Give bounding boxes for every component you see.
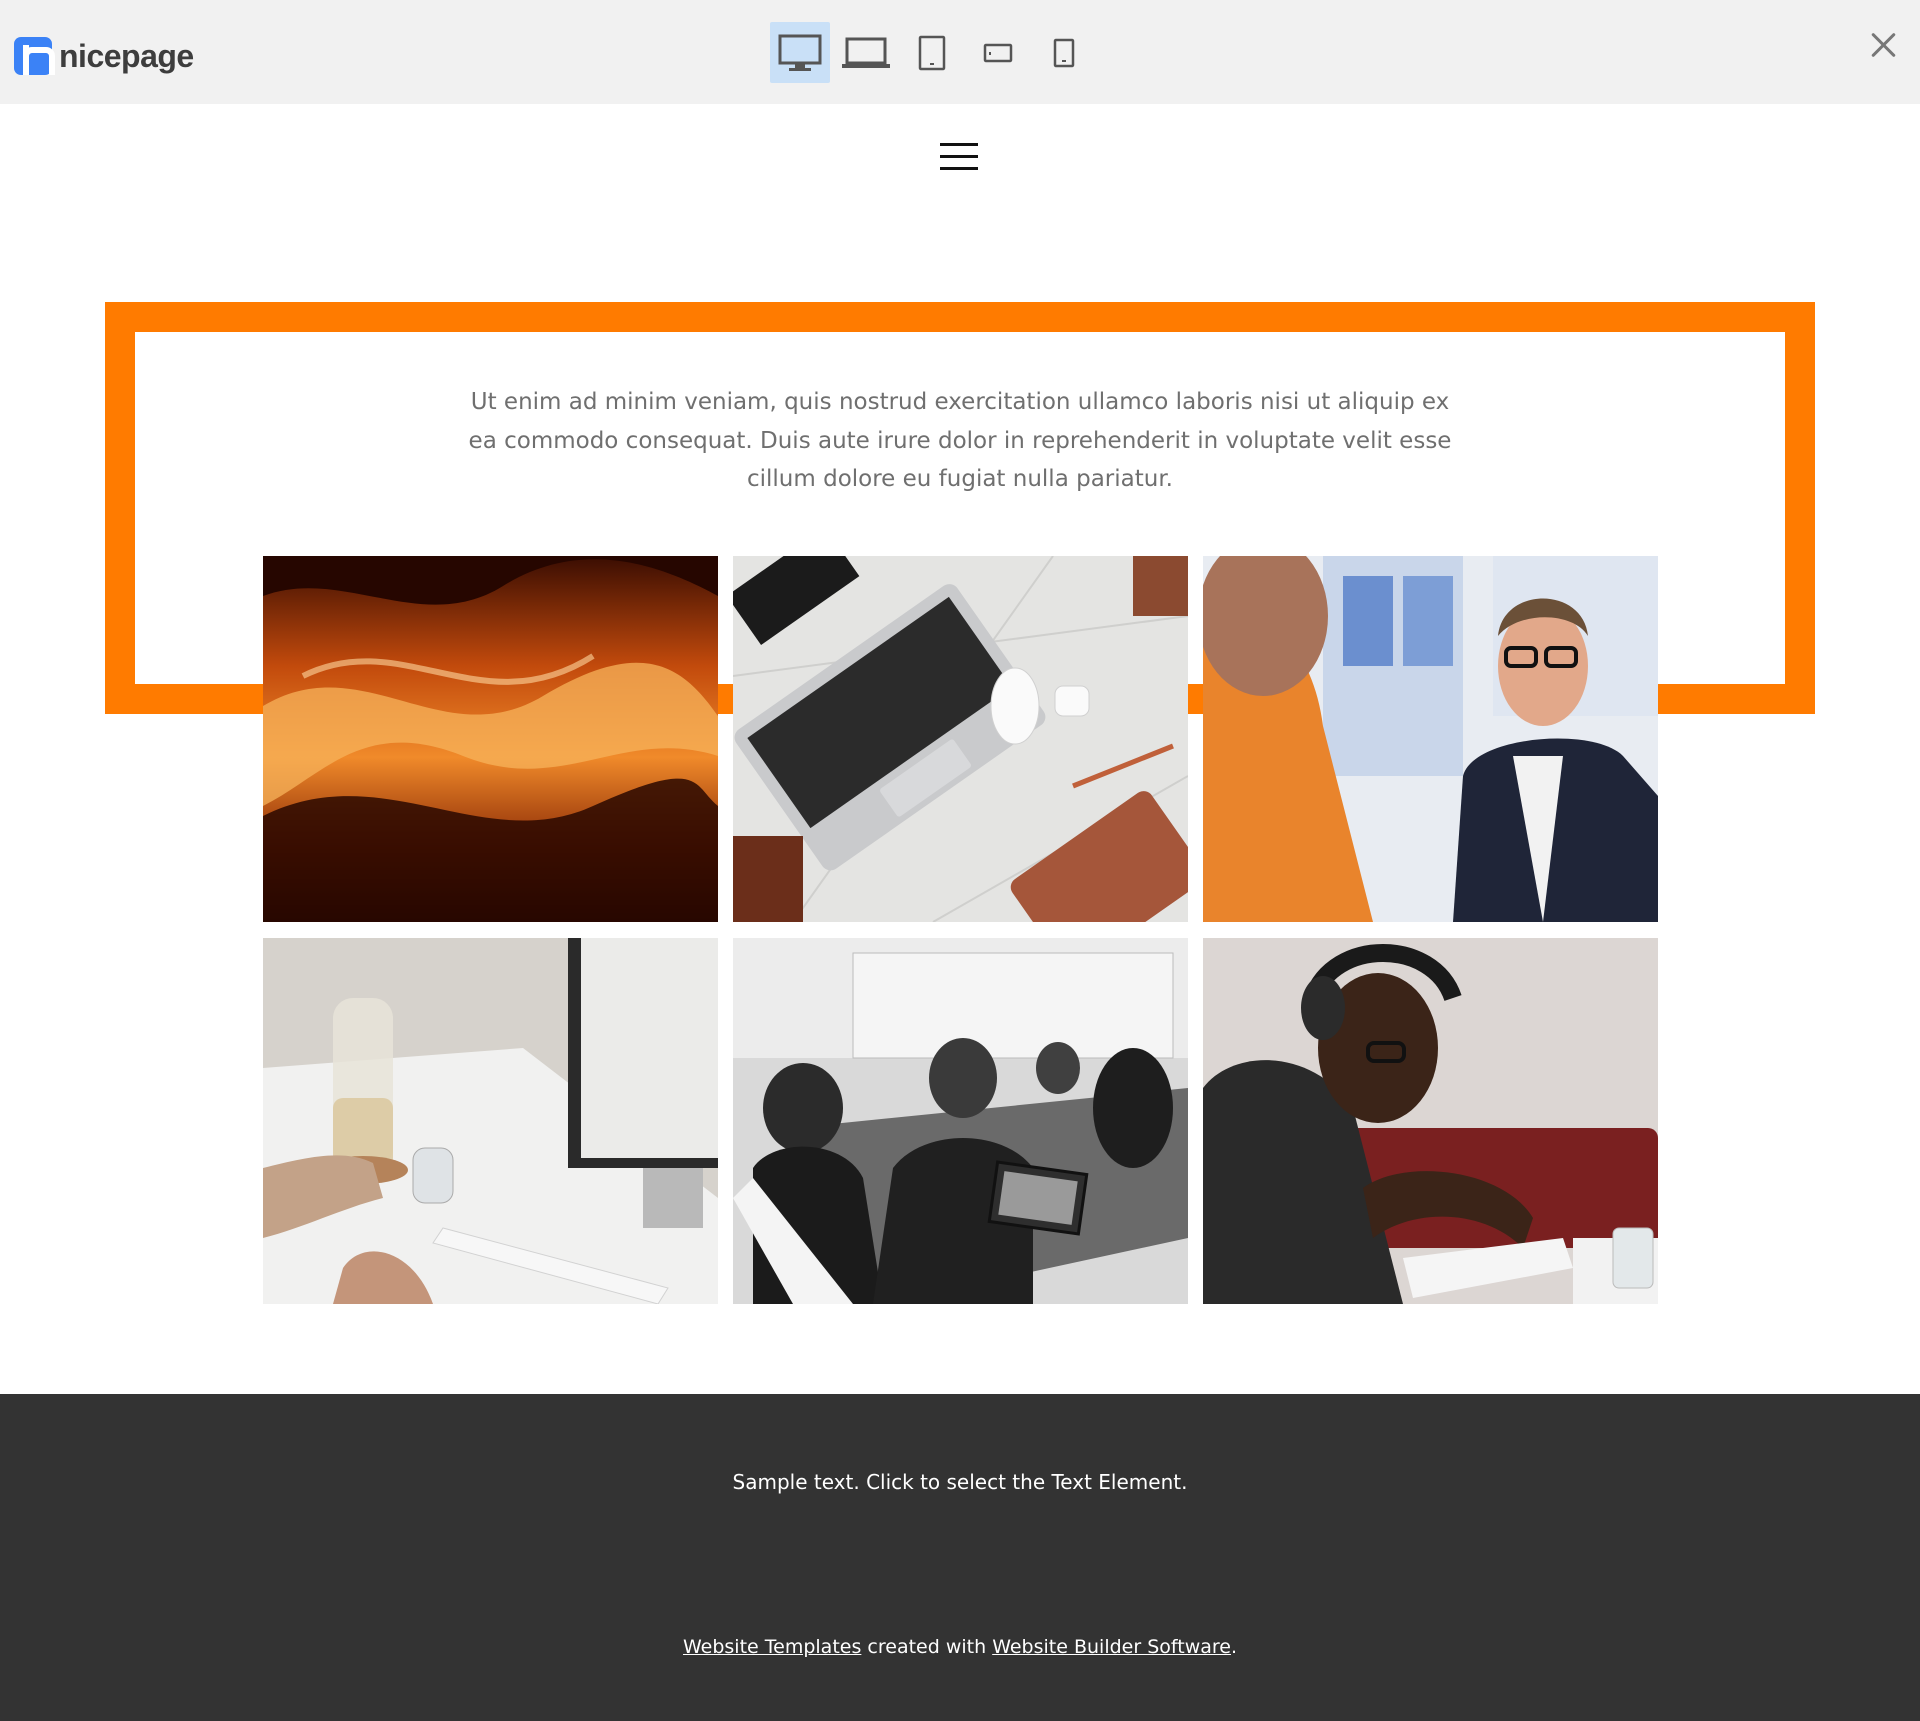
website-builder-link[interactable]: Website Builder Software	[992, 1636, 1231, 1658]
desktop-icon	[778, 34, 822, 71]
desktop-view-button[interactable]	[770, 22, 830, 83]
gallery-image-headphones-man[interactable]	[1203, 938, 1658, 1304]
phone-view-button[interactable]	[1034, 22, 1094, 83]
logo-text: nicepage	[59, 37, 194, 74]
gallery-image-desk-glass[interactable]	[263, 938, 718, 1304]
gallery-image-canyon[interactable]	[263, 556, 718, 922]
phone-icon	[1053, 38, 1075, 67]
footer-sample-text[interactable]: Sample text. Click to select the Text El…	[0, 1470, 1920, 1494]
close-preview-button[interactable]	[1866, 28, 1900, 62]
laptop-icon	[842, 37, 890, 68]
preview-toolbar: nicepage	[0, 0, 1920, 104]
tablet-view-button[interactable]	[902, 22, 962, 83]
nicepage-logo: nicepage	[14, 36, 194, 76]
image-gallery	[263, 556, 1658, 1304]
gallery-image-laptop[interactable]	[733, 556, 1188, 922]
credit-end-text: .	[1230, 1636, 1238, 1658]
gallery-image-team-meeting[interactable]	[733, 938, 1188, 1304]
phone-landscape-icon	[983, 43, 1013, 62]
device-switcher	[770, 22, 1094, 83]
hamburger-menu-button[interactable]	[940, 143, 978, 173]
hamburger-icon	[940, 143, 978, 146]
footer: Sample text. Click to select the Text El…	[0, 1394, 1920, 1721]
credit-middle-text: created with	[861, 1636, 993, 1658]
phone-landscape-view-button[interactable]	[968, 22, 1028, 83]
intro-text: Ut enim ad minim veniam, quis nostrud ex…	[468, 389, 1452, 492]
footer-credit: Website Templates created with Website B…	[0, 1636, 1920, 1658]
tablet-icon	[918, 35, 946, 70]
website-templates-link[interactable]: Website Templates	[683, 1636, 861, 1658]
gallery-image-smiling-man[interactable]	[1203, 556, 1658, 922]
laptop-view-button[interactable]	[836, 22, 896, 83]
nicepage-logo-icon	[14, 37, 55, 75]
